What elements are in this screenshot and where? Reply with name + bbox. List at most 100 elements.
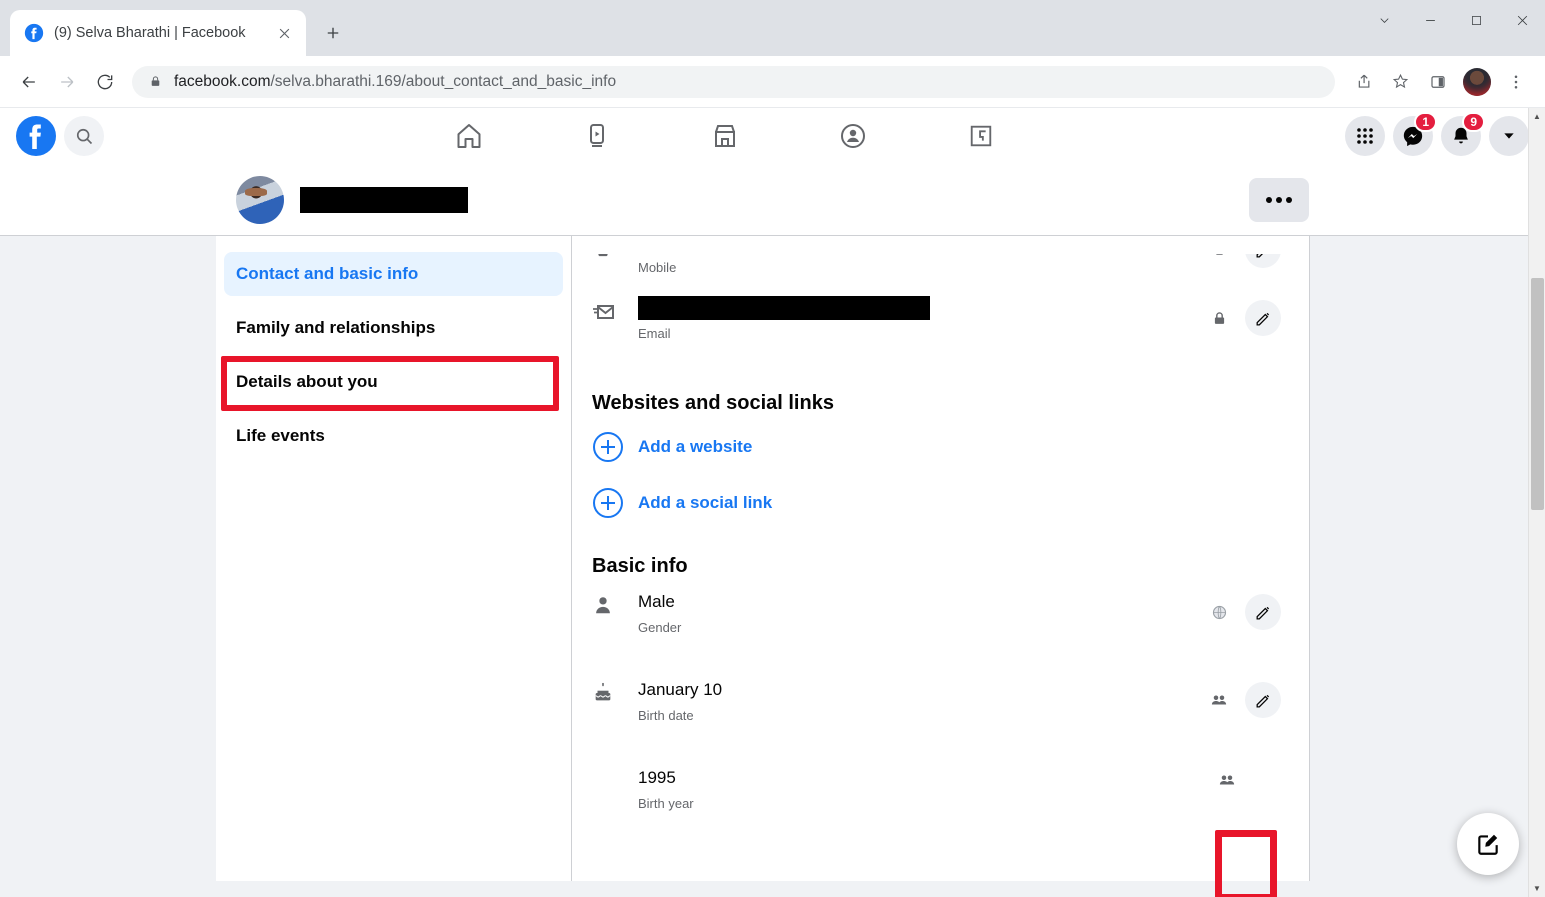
basic-info-row-body: 1995 Birth year: [628, 766, 1217, 811]
compose-icon[interactable]: [1457, 813, 1519, 875]
person-icon: [592, 590, 628, 616]
basic-info-row-birth-date: January 10 Birth date: [592, 670, 1281, 758]
messenger-icon[interactable]: 1: [1393, 112, 1437, 156]
profile-name-redacted: [300, 186, 468, 213]
marketplace-icon[interactable]: [697, 114, 753, 158]
forward-arrow-icon: [50, 65, 84, 99]
scroll-up-arrow[interactable]: ▲: [1529, 108, 1545, 125]
add-website-link[interactable]: Add a website: [592, 419, 1281, 475]
scrollbar-thumb[interactable]: [1531, 278, 1544, 510]
ellipsis-dot: [1276, 196, 1282, 203]
more-options-button[interactable]: [1249, 177, 1309, 222]
facebook-nav-tabs: [104, 114, 1345, 158]
address-bar-text: facebook.com/selva.bharathi.169/about_co…: [174, 73, 1327, 91]
birthday-cake-icon: [592, 678, 628, 704]
share-icon[interactable]: [1345, 65, 1379, 99]
browser-tab[interactable]: (9) Selva Bharathi | Facebook: [10, 10, 306, 56]
url-domain: facebook.com: [174, 72, 271, 90]
chrome-menu-icon[interactable]: [1499, 65, 1533, 99]
basic-info-row-actions: [1217, 766, 1281, 790]
bookmark-star-icon[interactable]: [1383, 65, 1417, 99]
about-nav-label: Family and relationships: [236, 318, 436, 337]
gender-value: Male: [638, 592, 675, 611]
page-scrollbar[interactable]: ▲ ▼: [1528, 108, 1545, 897]
about-card: Contact and basic info Family and relati…: [216, 236, 1310, 881]
add-social-link[interactable]: Add a social link: [592, 475, 1281, 531]
add-website-label: Add a website: [638, 437, 753, 456]
menu-grid-icon[interactable]: [1345, 116, 1385, 156]
browser-window: (9) Selva Bharathi | Facebook facebook.c…: [0, 0, 1545, 897]
address-bar[interactable]: facebook.com/selva.bharathi.169/about_co…: [132, 65, 1335, 98]
chevron-down-icon[interactable]: [1361, 0, 1407, 40]
profile-avatar[interactable]: [1463, 67, 1491, 96]
basic-info-row-actions: [1209, 678, 1281, 718]
search-icon[interactable]: [64, 116, 104, 156]
facebook-logo-icon[interactable]: [16, 116, 56, 156]
contact-row-body: Mobile: [628, 254, 1209, 275]
close-icon[interactable]: [1499, 0, 1545, 40]
basic-info-row-gender: Male Gender: [592, 582, 1281, 670]
avatar[interactable]: [236, 175, 284, 224]
lock-icon: [146, 73, 164, 91]
gender-label: Gender: [638, 620, 682, 635]
watch-icon[interactable]: [569, 114, 625, 158]
about-nav-label: Details about you: [236, 372, 378, 391]
ellipsis-dot: [1286, 196, 1292, 203]
messenger-badge: 1: [1414, 112, 1437, 132]
about-content-area: Contact and basic info Family and relati…: [0, 236, 1545, 881]
notifications-bell-icon[interactable]: 9: [1441, 112, 1485, 156]
birth-date-label: Birth date: [638, 708, 694, 723]
ellipsis-dot: [1266, 196, 1272, 203]
account-chevron-icon[interactable]: [1489, 116, 1529, 156]
birth-year-icon-placeholder: [592, 766, 628, 770]
friends-icon[interactable]: [1209, 690, 1229, 710]
plus-circle-icon: [592, 487, 624, 519]
side-panel-icon[interactable]: [1421, 65, 1455, 99]
browser-tabstrip: (9) Selva Bharathi | Facebook: [0, 0, 1545, 56]
gaming-icon[interactable]: [953, 114, 1009, 158]
about-nav-label: Life events: [236, 426, 325, 445]
reload-icon[interactable]: [88, 65, 122, 99]
friends-icon[interactable]: [1217, 770, 1237, 790]
facebook-page: 1 9 Contact and basic info Family and re…: [0, 108, 1545, 897]
home-icon[interactable]: [441, 114, 497, 158]
contact-row-label: Email: [638, 326, 671, 341]
email-icon: [592, 296, 628, 324]
friends-icon[interactable]: [1209, 254, 1229, 260]
contact-row-email: Email: [592, 288, 1281, 374]
facebook-favicon: [24, 23, 44, 43]
close-icon[interactable]: [272, 21, 296, 45]
email-edit-button[interactable]: [1245, 300, 1281, 336]
about-nav-item-life-events[interactable]: Life events: [224, 414, 563, 458]
gender-edit-button[interactable]: [1245, 594, 1281, 630]
about-sidebar-nav: Contact and basic info Family and relati…: [216, 236, 572, 881]
maximize-icon[interactable]: [1453, 0, 1499, 40]
about-nav-item-family-and-relationships[interactable]: Family and relationships: [224, 306, 563, 350]
basic-info-row-actions: [1209, 590, 1281, 630]
minimize-icon[interactable]: [1407, 0, 1453, 40]
globe-icon[interactable]: [1209, 602, 1229, 622]
birth-year-value: 1995: [638, 768, 676, 787]
facebook-top-nav: 1 9: [0, 108, 1545, 164]
contact-row-actions: [1209, 254, 1281, 268]
add-social-link-label: Add a social link: [638, 493, 773, 512]
birth-year-label: Birth year: [638, 796, 694, 811]
lock-icon[interactable]: [1209, 308, 1229, 328]
new-tab-button[interactable]: [316, 16, 350, 50]
facebook-nav-actions: 1 9: [1345, 112, 1529, 156]
back-arrow-icon[interactable]: [12, 65, 46, 99]
about-nav-item-contact-and-basic-info[interactable]: Contact and basic info: [224, 252, 563, 296]
scroll-down-arrow[interactable]: ▼: [1529, 880, 1545, 897]
groups-icon[interactable]: [825, 114, 881, 158]
basic-info-row-birth-year: 1995 Birth year: [592, 758, 1281, 838]
url-path: /selva.bharathi.169/about_contact_and_ba…: [270, 72, 617, 90]
basic-info-section-title: Basic info: [592, 555, 688, 577]
about-nav-item-details-about-you[interactable]: Details about you: [224, 360, 563, 404]
websites-section-title: Websites and social links: [592, 392, 834, 414]
tab-title: (9) Selva Bharathi | Facebook: [54, 25, 246, 41]
about-nav-label: Contact and basic info: [236, 264, 419, 283]
email-value-redacted: [638, 296, 930, 320]
mobile-edit-button[interactable]: [1245, 254, 1281, 268]
birth-date-edit-button[interactable]: [1245, 682, 1281, 718]
contact-row-label: Mobile: [638, 260, 677, 275]
